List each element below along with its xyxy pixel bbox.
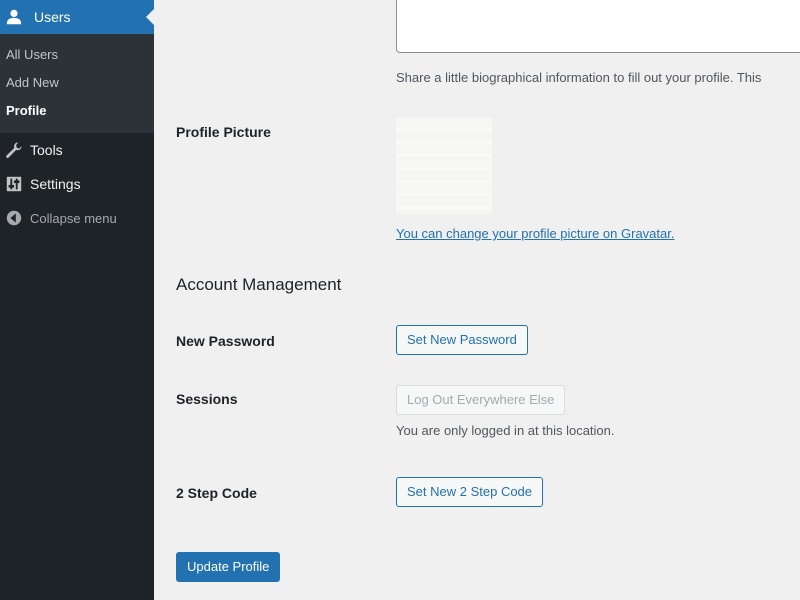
submenu-add-new[interactable]: Add New xyxy=(0,69,154,97)
account-management-heading: Account Management xyxy=(176,275,342,294)
submenu-all-users[interactable]: All Users xyxy=(0,41,154,69)
collapse-menu-button[interactable]: Collapse menu xyxy=(0,201,154,235)
avatar xyxy=(396,118,492,214)
current-menu-arrow xyxy=(146,9,154,25)
profile-form: Share a little biographical information … xyxy=(154,0,800,600)
user-icon xyxy=(4,7,24,27)
biographical-info-textarea[interactable] xyxy=(396,0,800,53)
collapse-icon xyxy=(4,208,24,228)
set-two-step-code-button[interactable]: Set New 2 Step Code xyxy=(396,477,544,507)
admin-sidebar: Users All Users Add New Profile Tools Se… xyxy=(0,0,154,600)
gravatar-period: . xyxy=(670,226,675,241)
submenu-profile[interactable]: Profile xyxy=(0,97,154,125)
logout-everywhere-button[interactable]: Log Out Everywhere Else xyxy=(396,385,566,415)
settings-icon xyxy=(4,174,24,194)
sidebar-item-label: Collapse menu xyxy=(30,210,117,226)
wrench-icon xyxy=(4,140,24,160)
sidebar-item-users[interactable]: Users xyxy=(0,0,154,34)
update-profile-button[interactable]: Update Profile xyxy=(176,552,281,582)
sessions-description: You are only logged in at this location. xyxy=(396,423,615,438)
gravatar-link-line: You can change your profile picture on G… xyxy=(396,226,675,241)
bio-description: Share a little biographical information … xyxy=(396,70,762,85)
two-step-code-label: 2 Step Code xyxy=(176,485,257,501)
new-password-label: New Password xyxy=(176,333,275,349)
gravatar-link[interactable]: You can change your profile picture on G… xyxy=(396,226,671,241)
sidebar-item-settings[interactable]: Settings xyxy=(0,167,154,201)
set-new-password-button[interactable]: Set New Password xyxy=(396,325,528,355)
users-submenu: All Users Add New Profile xyxy=(0,34,154,133)
sidebar-item-label: Users xyxy=(34,9,71,25)
sidebar-item-label: Tools xyxy=(30,142,63,158)
profile-picture-label: Profile Picture xyxy=(176,124,271,140)
sidebar-item-label: Settings xyxy=(30,176,81,192)
sidebar-item-tools[interactable]: Tools xyxy=(0,133,154,167)
sessions-label: Sessions xyxy=(176,391,238,407)
